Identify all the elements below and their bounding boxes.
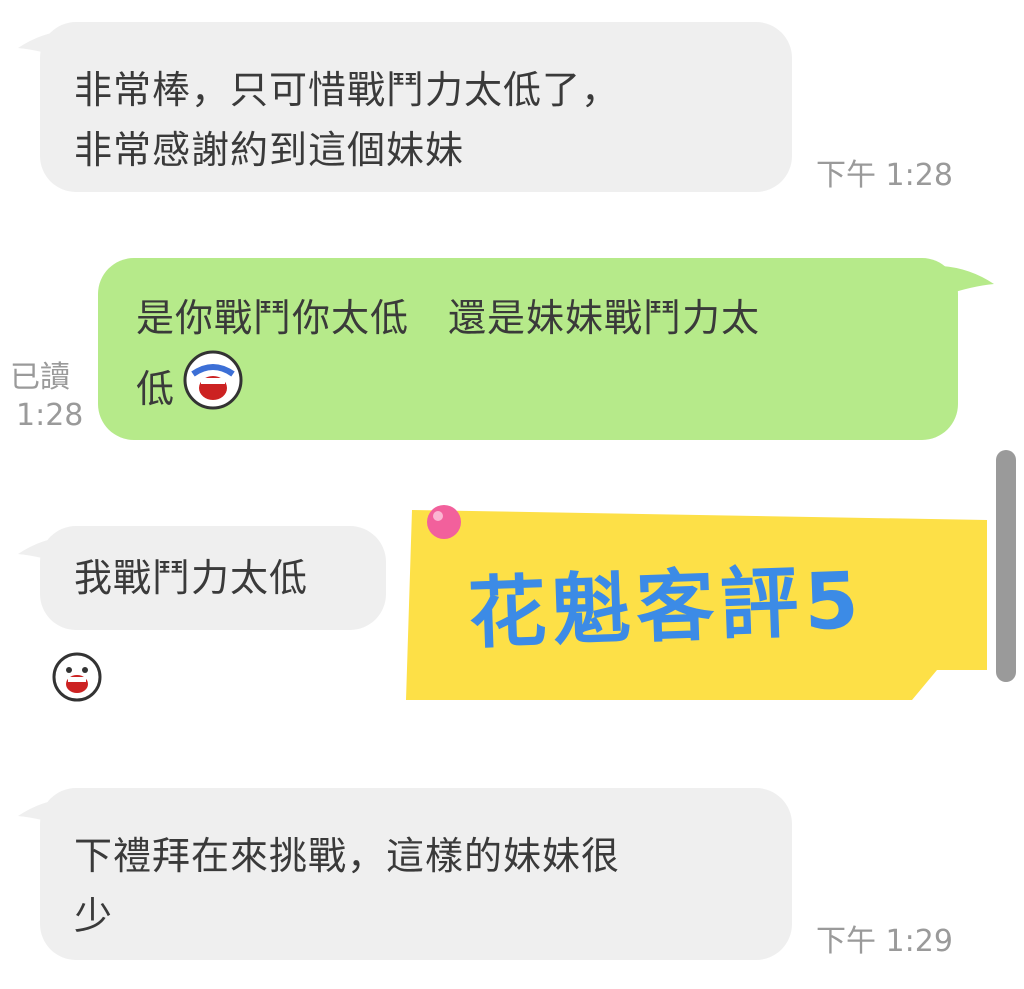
message-bubble-incoming[interactable]: 我戰鬥力太低: [40, 526, 386, 630]
message-bubble-incoming[interactable]: 下禮拜在來挑戰，這樣的妹妹很 少: [40, 788, 792, 960]
message-text-line: 下禮拜在來挑戰，這樣的妹妹很: [74, 834, 621, 878]
message-bubble-outgoing[interactable]: 是你戰鬥你太低 還是妹妹戰鬥力太 低: [98, 258, 958, 440]
message-bubble-incoming[interactable]: 非常棒，只可惜戰鬥力太低了， 非常感謝約到這個妹妹: [40, 22, 792, 192]
message-text-line: 低: [136, 366, 176, 411]
message-time: 下午 1:29: [816, 924, 953, 959]
stamp-title: 花魁客評5: [466, 556, 866, 660]
message-text-line: 少: [74, 894, 114, 938]
message-text-line: 是你戰鬥你太低 還是妹妹戰鬥力太: [136, 296, 761, 340]
read-time: 1:28: [16, 398, 84, 433]
read-label: 已讀: [10, 360, 70, 395]
message-text-line: 非常感謝約到這個妹妹: [74, 128, 465, 172]
message-text-line: 非常棒，只可惜戰鬥力太低了，: [74, 68, 621, 112]
laughing-face-icon: [181, 348, 245, 429]
message-text-line: 我戰鬥力太低: [74, 556, 309, 600]
laughing-face-icon: [50, 650, 104, 708]
message-time: 下午 1:28: [816, 158, 953, 193]
scrollbar-thumb[interactable]: [996, 450, 1016, 682]
